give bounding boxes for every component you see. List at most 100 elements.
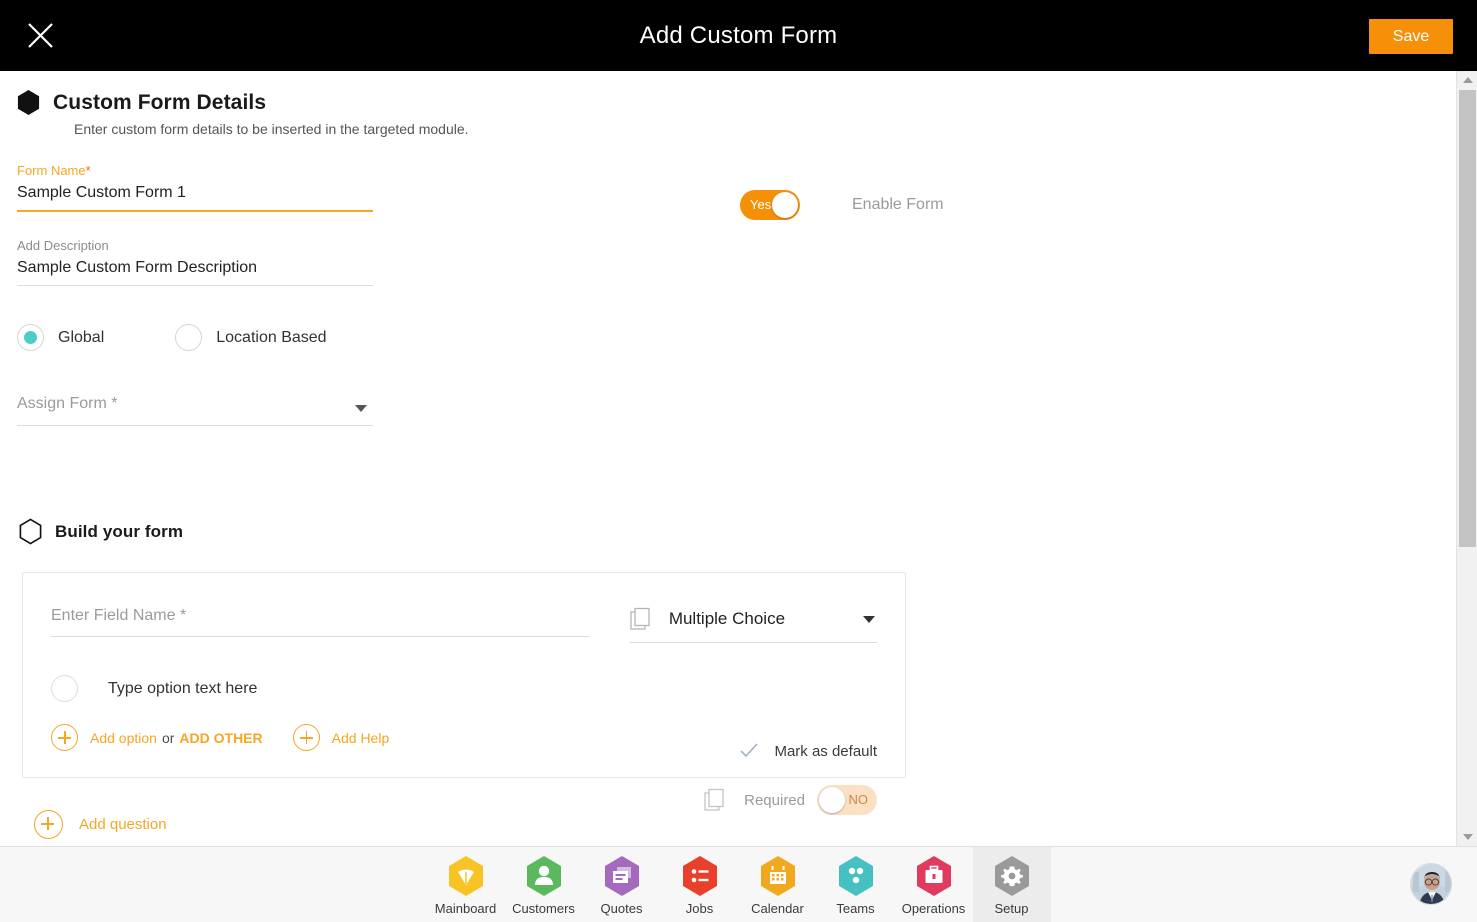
page-title: Add Custom Form (639, 22, 838, 49)
top-bar: Add Custom Form Save (0, 0, 1477, 71)
required-toggle[interactable]: NO (817, 785, 877, 815)
nav-item-operations[interactable]: Operations (895, 847, 973, 922)
required-label: Required (744, 791, 805, 809)
custom-form-details-heading: Custom Form Details (16, 89, 1456, 116)
nav-label: Calendar (751, 900, 804, 916)
nav-label: Operations (901, 900, 966, 916)
section-title: Custom Form Details (53, 90, 267, 114)
list-icon (682, 855, 717, 896)
add-other-link[interactable]: ADD OTHER (179, 730, 262, 746)
field-name-underline (51, 636, 590, 637)
plus-circle-icon[interactable] (34, 810, 63, 839)
nav-item-customers[interactable]: Customers (505, 847, 583, 922)
nav-items: Mainboard Customers Quotes Jobs Calendar… (427, 846, 1051, 922)
form-name-input[interactable]: Sample Custom Form 1 (17, 178, 373, 210)
quote-icon (604, 855, 639, 896)
add-option-plus-icon[interactable] (51, 724, 78, 751)
nav-item-jobs[interactable]: Jobs (661, 847, 739, 922)
toggle-knob (772, 192, 798, 218)
nav-item-quotes[interactable]: Quotes (583, 847, 661, 922)
nav-label: Customers (512, 900, 575, 916)
field-type-value: Multiple Choice (668, 609, 786, 628)
section-subtitle: Enter custom form details to be inserted… (74, 121, 469, 137)
field-name-input-wrap[interactable]: Enter Field Name * (51, 607, 590, 643)
field-type-select[interactable]: Multiple Choice (629, 607, 877, 643)
build-section-title: Build your form (55, 521, 184, 541)
add-help-link[interactable]: Add Help (332, 730, 390, 746)
nav-label: Mainboard (434, 900, 497, 916)
enable-form-toggle-value: Yes (750, 197, 772, 212)
description-underline (17, 285, 373, 286)
field-type-underline (629, 642, 877, 643)
vertical-scrollbar[interactable] (1456, 71, 1477, 846)
scroll-down-arrow-icon[interactable] (1457, 828, 1477, 846)
calendar-icon (760, 855, 795, 896)
option-row: Type option text here (51, 675, 877, 702)
enable-form-row: Yes Enable Form (740, 190, 944, 220)
person-icon (526, 855, 561, 896)
copy-layers-icon (630, 607, 650, 630)
enable-form-label: Enable Form (852, 196, 944, 213)
nav-label: Jobs (685, 900, 714, 916)
or-separator: or (161, 729, 175, 746)
form-name-underline (17, 210, 373, 212)
radio-global-dot (24, 331, 37, 344)
form-name-field[interactable]: Form Name* Sample Custom Form 1 (17, 163, 373, 212)
radio-global-label: Global (58, 328, 105, 346)
form-name-label: Form Name* (17, 163, 91, 178)
description-input[interactable]: Sample Custom Form Description (17, 253, 373, 285)
toggle-knob (819, 787, 845, 813)
mark-as-default-label: Mark as default (774, 742, 877, 760)
mark-as-default-button[interactable]: Mark as default (739, 741, 877, 761)
avatar[interactable] (1410, 863, 1452, 905)
hexagon-filled-icon (17, 90, 40, 115)
form-content: Custom Form Details Enter custom form de… (0, 89, 1456, 846)
nav-item-calendar[interactable]: Calendar (739, 847, 817, 922)
radio-location-based-circle[interactable] (175, 324, 203, 351)
enable-form-toggle[interactable]: Yes (740, 190, 800, 220)
nav-label: Quotes (600, 900, 643, 916)
field-name-input[interactable]: Enter Field Name * (51, 607, 590, 636)
hexagon-outline-icon (19, 518, 42, 545)
chevron-down-icon[interactable] (863, 616, 875, 623)
description-label: Add Description (17, 238, 109, 253)
scroll-up-arrow-icon[interactable] (1457, 71, 1477, 89)
add-help-plus-icon[interactable] (292, 724, 320, 751)
option-text-input[interactable]: Type option text here (108, 680, 257, 698)
question-card-top-row: Enter Field Name * Multiple Choice (51, 607, 877, 643)
assign-form-select[interactable]: Assign Form * (17, 395, 373, 426)
build-your-form-heading: Build your form (18, 518, 1456, 545)
question-card: Enter Field Name * Multiple Choice Type … (22, 572, 906, 815)
field-type-inner: Multiple Choice (630, 607, 877, 642)
form-scroll-area: Custom Form Details Enter custom form de… (0, 71, 1456, 846)
nav-label: Setup (994, 900, 1029, 916)
assign-form-underline (17, 425, 373, 426)
teams-icon (838, 855, 873, 896)
scrollbar-thumb[interactable] (1459, 90, 1476, 547)
option-radio-circle[interactable] (51, 675, 78, 702)
add-question-label[interactable]: Add question (79, 816, 167, 833)
chevron-down-icon[interactable] (355, 405, 367, 412)
save-button[interactable]: Save (1369, 19, 1453, 54)
add-option-link[interactable]: Add option (90, 730, 157, 746)
radio-location-based-label: Location Based (216, 328, 327, 346)
description-field[interactable]: Add Description Sample Custom Form Descr… (17, 238, 373, 286)
required-row: Required NO (704, 785, 877, 815)
radio-global-circle[interactable] (17, 324, 44, 351)
radio-location-based[interactable]: Location Based (175, 324, 327, 351)
check-icon (740, 743, 759, 758)
scope-radio-group: Global Location Based (17, 324, 373, 351)
dashboard-icon (448, 855, 483, 896)
details-fields: Form Name* Sample Custom Form 1 Add Desc… (17, 163, 373, 426)
radio-global[interactable]: Global (17, 324, 104, 351)
nav-item-mainboard[interactable]: Mainboard (427, 847, 505, 922)
assign-form-placeholder: Assign Form * (17, 395, 118, 412)
briefcase-icon (916, 855, 951, 896)
nav-item-setup[interactable]: Setup (972, 846, 1051, 922)
gear-icon (994, 855, 1029, 896)
required-asterisk: * (85, 163, 91, 178)
required-toggle-value: NO (848, 792, 869, 807)
add-custom-form-screen: Add Custom Form Save Custom Form Details… (0, 0, 1477, 922)
nav-label: Teams (836, 900, 875, 916)
nav-item-teams[interactable]: Teams (817, 847, 895, 922)
